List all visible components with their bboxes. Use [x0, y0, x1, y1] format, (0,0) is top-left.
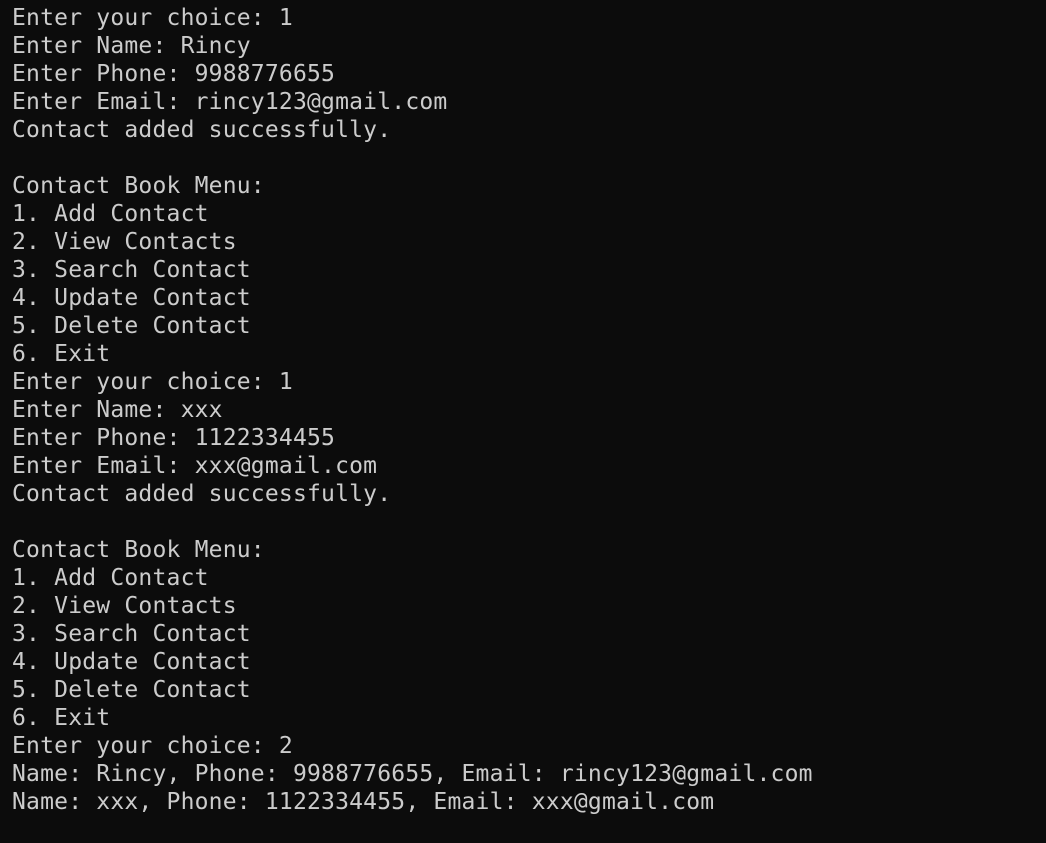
terminal-line: Contact added successfully. [12, 117, 392, 143]
terminal-line: 2. View Contacts [12, 229, 237, 255]
terminal-line: 3. Search Contact [12, 257, 251, 283]
terminal-line: Name: Rincy, Phone: 9988776655, Email: r… [12, 761, 813, 787]
terminal-line: Enter your choice: 1 [12, 5, 293, 31]
terminal-line: 1. Add Contact [12, 565, 209, 591]
terminal-line: 4. Update Contact [12, 285, 251, 311]
terminal-line: 3. Search Contact [12, 621, 251, 647]
terminal-line: 5. Delete Contact [12, 313, 251, 339]
terminal-line: Enter your choice: 2 [12, 733, 293, 759]
terminal-line: 1. Add Contact [12, 201, 209, 227]
terminal-line: 2. View Contacts [12, 593, 237, 619]
terminal-line: 4. Update Contact [12, 649, 251, 675]
terminal-line: 6. Exit [12, 705, 111, 731]
terminal-line: Enter Email: xxx@gmail.com [12, 453, 378, 479]
terminal-line: Name: xxx, Phone: 1122334455, Email: xxx… [12, 789, 715, 815]
terminal-line: Contact Book Menu: [12, 537, 265, 563]
terminal-line: Enter Name: xxx [12, 397, 223, 423]
terminal-line: 5. Delete Contact [12, 677, 251, 703]
terminal-line: Enter your choice: 1 [12, 369, 293, 395]
terminal-line: 6. Exit [12, 341, 111, 367]
terminal-line: Enter Phone: 9988776655 [12, 61, 336, 87]
terminal-line: Contact added successfully. [12, 481, 392, 507]
terminal-window[interactable]: Enter your choice: 1 Enter Name: Rincy E… [0, 0, 1046, 843]
terminal-line: Enter Phone: 1122334455 [12, 425, 336, 451]
terminal-line: Contact Book Menu: [12, 173, 265, 199]
terminal-line: Enter Name: Rincy [12, 33, 251, 59]
terminal-line: Enter Email: rincy123@gmail.com [12, 89, 448, 115]
